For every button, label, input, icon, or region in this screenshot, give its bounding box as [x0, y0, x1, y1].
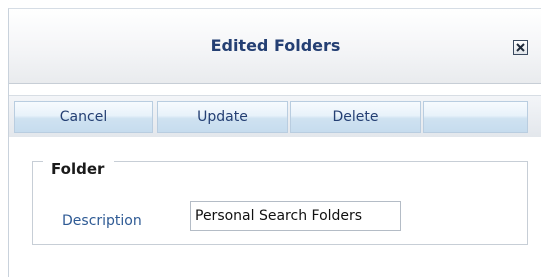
description-label: Description [62, 213, 142, 229]
cancel-button[interactable]: Cancel [14, 101, 153, 133]
description-input[interactable] [190, 201, 401, 231]
dialog-titlebar: Edited Folders [9, 9, 541, 84]
dialog-toolbar: Cancel Update Delete [9, 95, 541, 138]
close-x-icon [516, 43, 525, 52]
dialog-content: Folder Description [9, 137, 541, 277]
folder-legend: Folder [43, 160, 115, 178]
update-button[interactable]: Update [157, 101, 288, 133]
edited-folders-dialog: Edited Folders Cancel Update Delete Fold… [8, 8, 541, 277]
toolbar-empty-slot [423, 101, 528, 133]
delete-button[interactable]: Delete [290, 101, 421, 133]
dialog-title: Edited Folders [210, 36, 341, 55]
close-button[interactable] [513, 40, 528, 55]
